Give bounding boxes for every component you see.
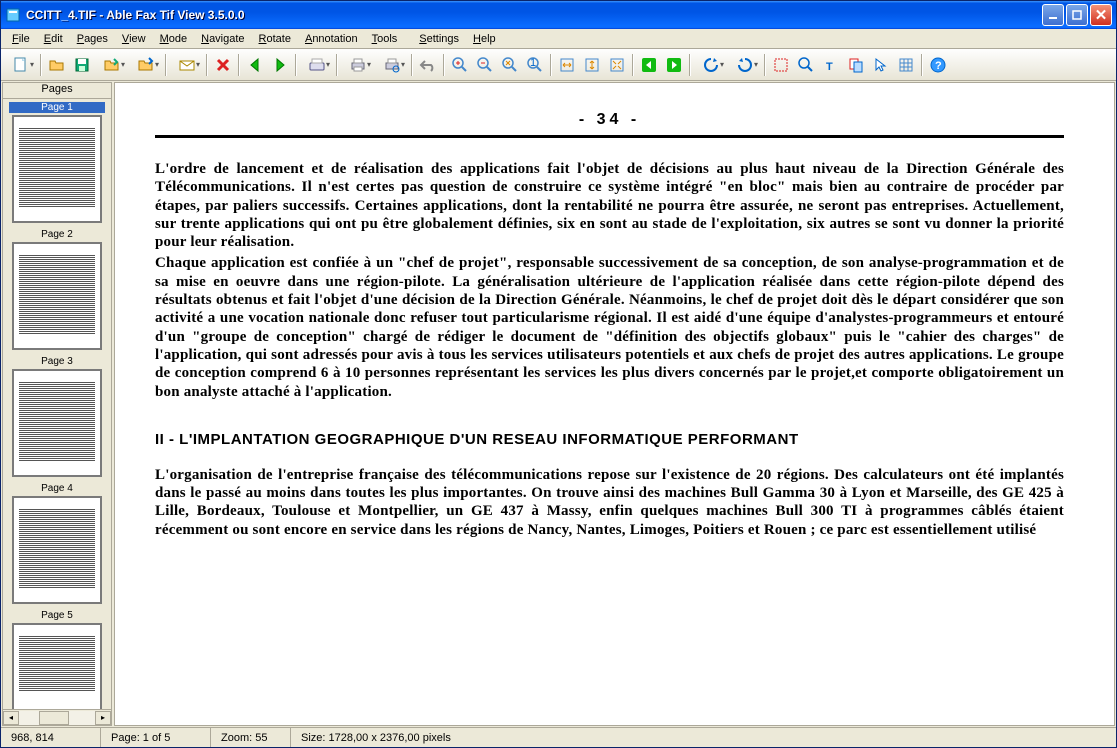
document-view[interactable]: - 34 - L'ordre de lancement et de réalis… <box>114 82 1115 726</box>
page-rule <box>155 135 1064 138</box>
delete-button[interactable] <box>211 53 235 77</box>
thumb-page-1[interactable]: Page 1 <box>9 102 105 223</box>
new-button[interactable] <box>4 53 37 77</box>
menu-navigate[interactable]: Navigate <box>194 31 251 47</box>
print-button[interactable] <box>341 53 374 77</box>
select-button[interactable] <box>769 53 793 77</box>
toolbar: 1 T ? <box>1 49 1116 81</box>
menu-file[interactable]: File <box>5 31 37 47</box>
menu-rotate[interactable]: Rotate <box>252 31 298 47</box>
menu-mode[interactable]: Mode <box>153 31 195 47</box>
status-zoom: Zoom: 55 <box>211 728 291 747</box>
section-heading: II - L'IMPLANTATION GEOGRAPHIQUE D'UN RE… <box>155 431 1064 448</box>
thumb-page-4[interactable]: Page 4 <box>9 483 105 604</box>
status-coords: 968, 814 <box>1 728 101 747</box>
mail-button[interactable] <box>170 53 203 77</box>
sidebar-hscroll[interactable]: ◂ ▸ <box>3 709 111 725</box>
menu-help[interactable]: Help <box>466 31 503 47</box>
title-bar: CCITT_4.TIF - Able Fax Tif View 3.5.0.0 … <box>1 1 1116 29</box>
scan-button[interactable] <box>300 53 333 77</box>
fit-width-button[interactable] <box>555 53 579 77</box>
status-bar: 968, 814 Page: 1 of 5 Zoom: 55 Size: 172… <box>1 727 1116 747</box>
zoom-out-button[interactable] <box>473 53 497 77</box>
minimize-button[interactable] <box>1042 4 1064 26</box>
nav-prev-button[interactable] <box>637 53 661 77</box>
app-icon <box>5 7 21 23</box>
print-preview-button[interactable] <box>375 53 408 77</box>
svg-text:T: T <box>826 61 833 73</box>
next-button[interactable] <box>268 53 292 77</box>
annotate-button[interactable] <box>844 53 868 77</box>
save-as-button[interactable] <box>95 53 128 77</box>
help-button[interactable]: ? <box>926 53 950 77</box>
menu-bar: File Edit Pages View Mode Navigate Rotat… <box>1 29 1116 49</box>
zoom-fit-button[interactable] <box>498 53 522 77</box>
paragraph-1: L'ordre de lancement et de réalisation d… <box>155 160 1064 251</box>
menu-view[interactable]: View <box>115 31 153 47</box>
prev-button[interactable] <box>243 53 267 77</box>
svg-text:?: ? <box>935 60 942 72</box>
fit-height-button[interactable] <box>580 53 604 77</box>
status-size: Size: 1728,00 x 2376,00 pixels <box>291 728 1116 747</box>
page-number: - 34 - <box>155 111 1064 129</box>
open-button[interactable] <box>45 53 69 77</box>
thumb-page-5[interactable]: Page 5 <box>9 610 105 709</box>
rotate-left-button[interactable] <box>694 53 727 77</box>
menu-edit[interactable]: Edit <box>37 31 70 47</box>
menu-tools[interactable]: Tools <box>365 31 405 47</box>
maximize-button[interactable] <box>1066 4 1088 26</box>
pages-sidebar: Pages Page 1 Page 2 Page 3 Page 4 <box>2 82 112 726</box>
menu-pages[interactable]: Pages <box>70 31 115 47</box>
zoom-100-button[interactable]: 1 <box>523 53 547 77</box>
text-tool-button[interactable]: T <box>819 53 843 77</box>
save-button[interactable] <box>70 53 94 77</box>
nav-next-button[interactable] <box>662 53 686 77</box>
fit-page-button[interactable] <box>605 53 629 77</box>
undo-button[interactable] <box>416 53 440 77</box>
svg-text:1: 1 <box>530 57 536 69</box>
pointer-button[interactable] <box>869 53 893 77</box>
status-page: Page: 1 of 5 <box>101 728 211 747</box>
thumb-page-3[interactable]: Page 3 <box>9 356 105 477</box>
window-title: CCITT_4.TIF - Able Fax Tif View 3.5.0.0 <box>26 8 1040 22</box>
zoom-in-button[interactable] <box>448 53 472 77</box>
menu-settings[interactable]: Settings <box>412 31 466 47</box>
rotate-right-button[interactable] <box>728 53 761 77</box>
menu-annotation[interactable]: Annotation <box>298 31 365 47</box>
paragraph-2: Chaque application est confiée à un "che… <box>155 254 1064 400</box>
close-button[interactable]: ✕ <box>1090 4 1112 26</box>
grid-button[interactable] <box>894 53 918 77</box>
scroll-right-icon[interactable]: ▸ <box>95 711 111 725</box>
thumb-page-2[interactable]: Page 2 <box>9 229 105 350</box>
thumbs-list: Page 1 Page 2 Page 3 Page 4 Page 5 <box>3 99 111 709</box>
scroll-left-icon[interactable]: ◂ <box>3 711 19 725</box>
export-button[interactable] <box>129 53 162 77</box>
paragraph-3: L'organisation de l'entreprise française… <box>155 466 1064 539</box>
sidebar-header: Pages <box>3 83 111 99</box>
zoom-tool-button[interactable] <box>794 53 818 77</box>
